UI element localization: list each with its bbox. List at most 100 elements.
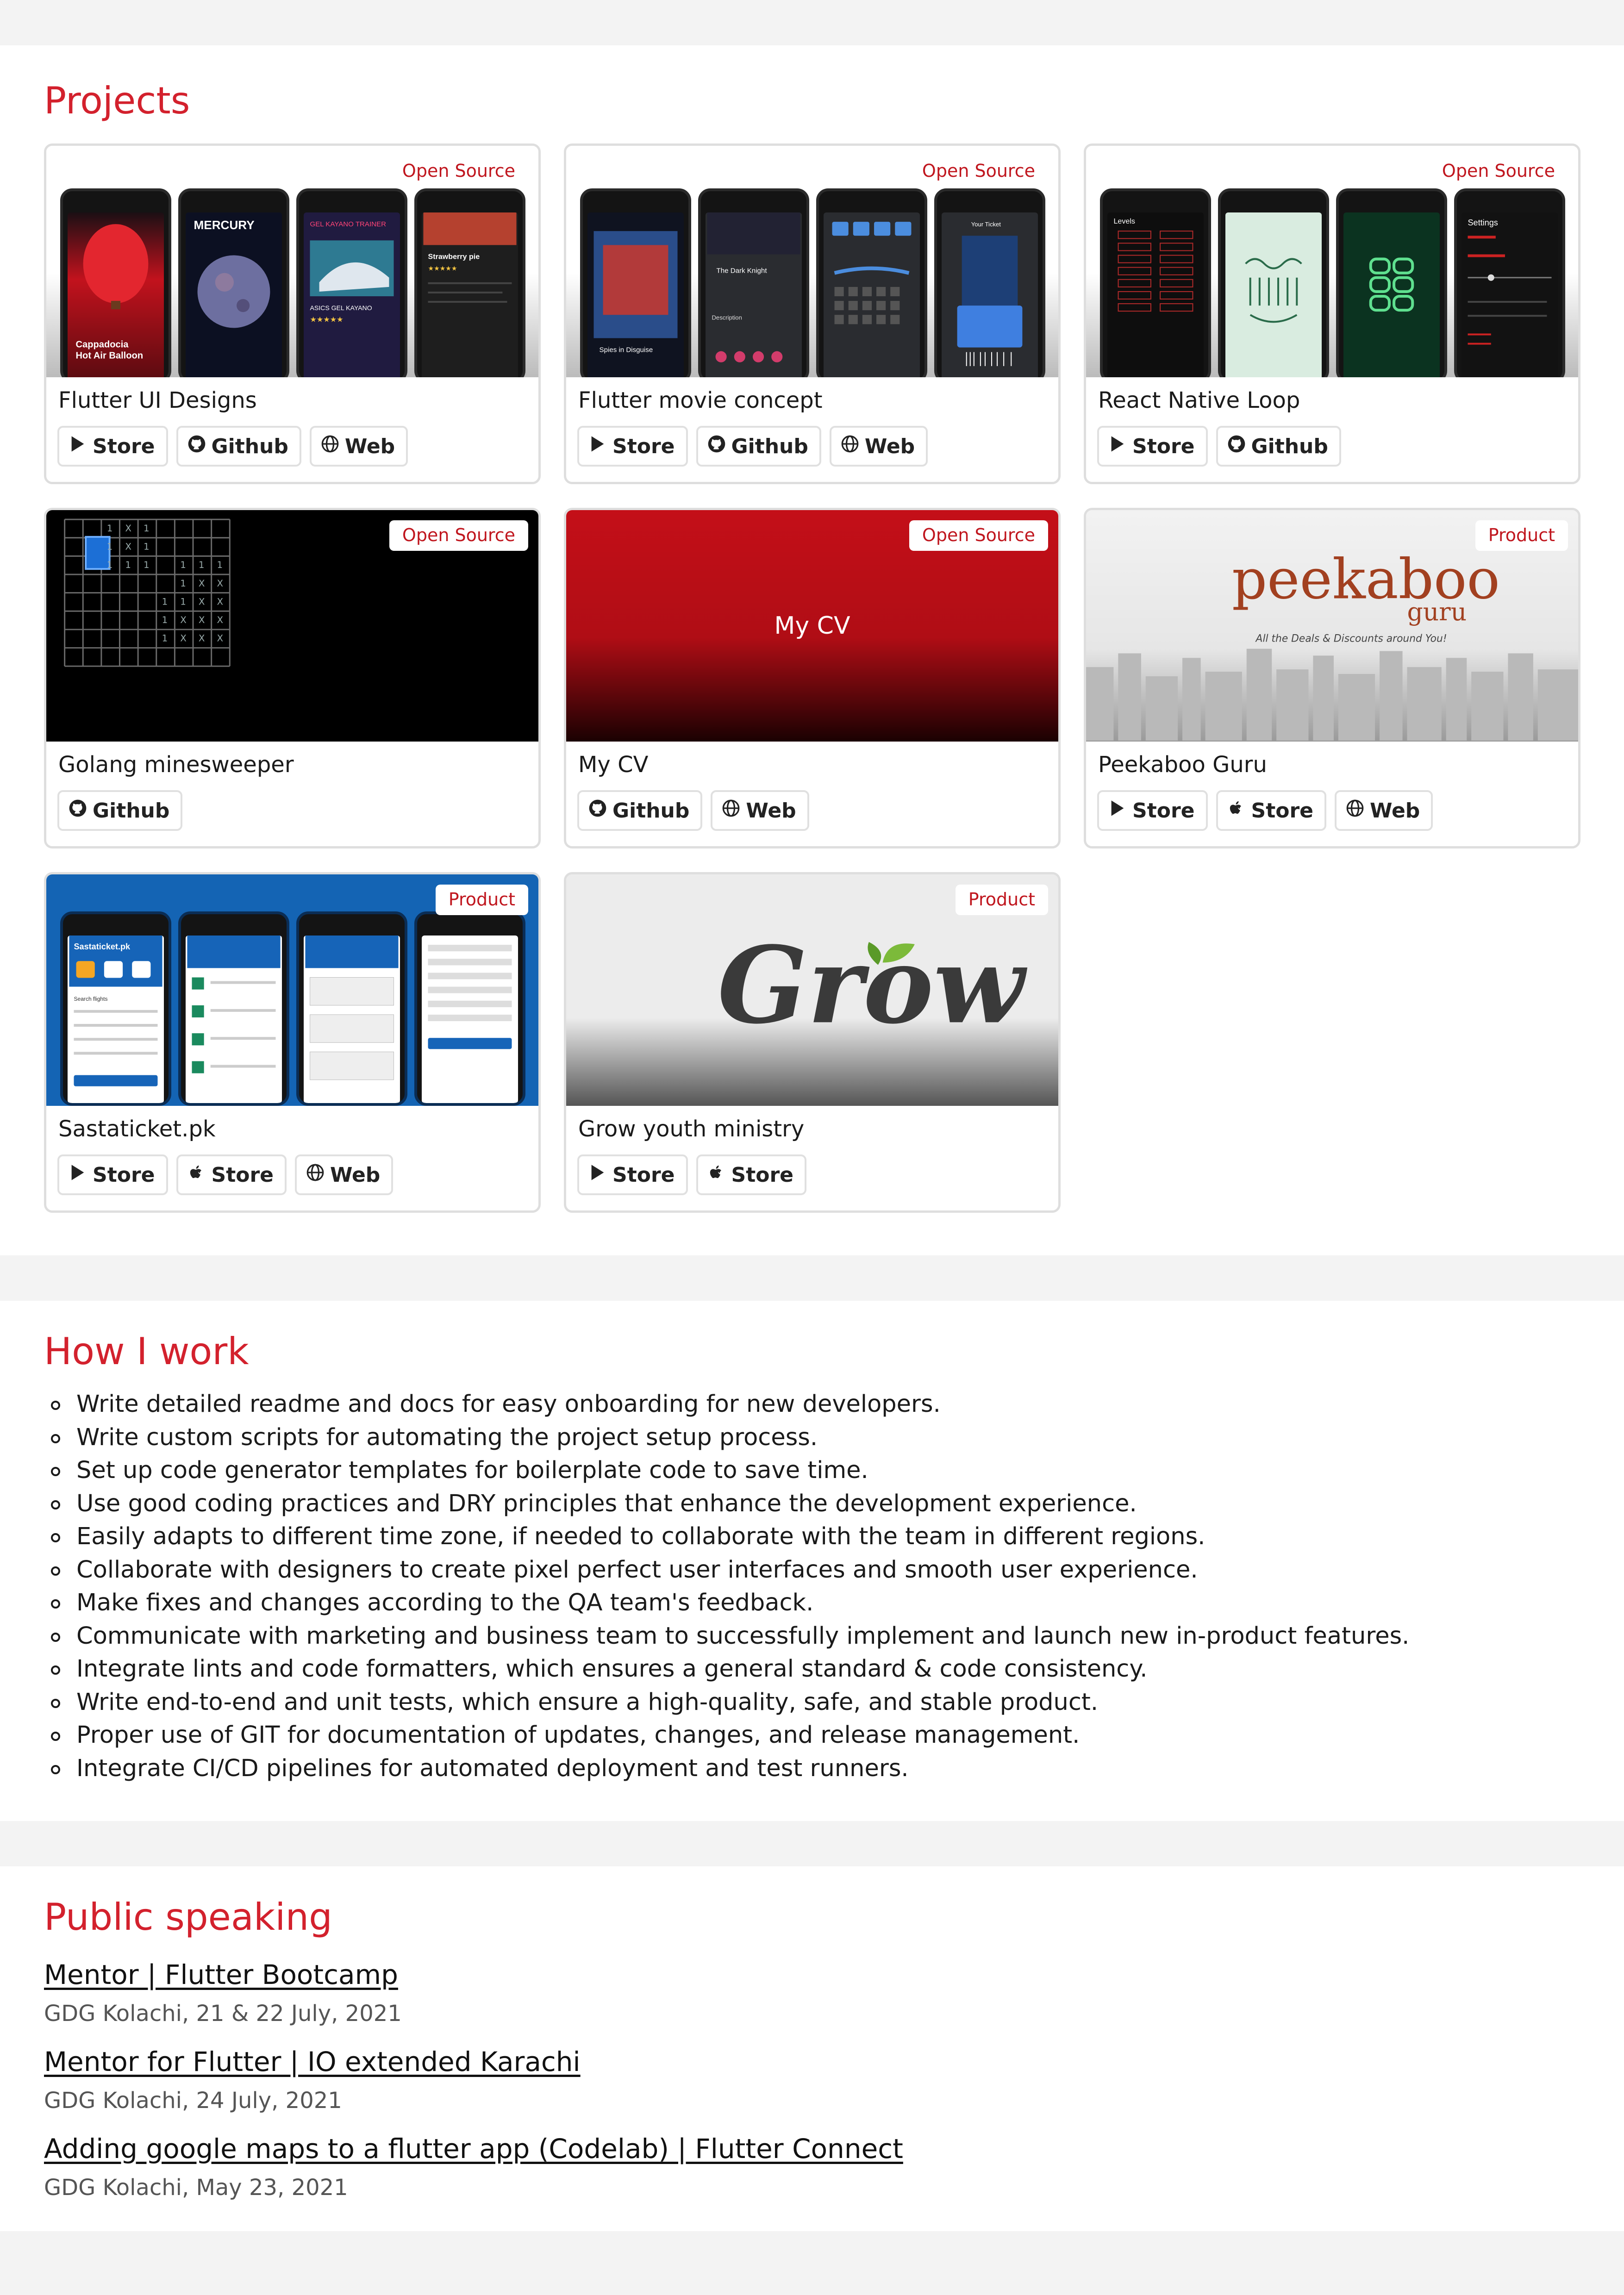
apple-icon	[1227, 799, 1246, 823]
svg-text:1: 1	[107, 560, 113, 570]
svg-text:1: 1	[180, 578, 186, 589]
github-button[interactable]: Github	[57, 790, 183, 831]
svg-text:1: 1	[162, 615, 168, 625]
web-button[interactable]: Web	[1335, 790, 1433, 831]
list-item: Integrate CI/CD pipelines for automated …	[51, 1752, 1409, 1785]
list-item: Communicate with marketing and business …	[51, 1620, 1409, 1653]
play-store-icon	[69, 1163, 87, 1187]
project-card-my-cv[interactable]: My CV Open Source My CV Github Web	[564, 508, 1061, 848]
project-links: Store Github	[1097, 426, 1341, 467]
logo-tagline: All the Deals & Discounts around You!	[1255, 633, 1447, 645]
project-card-grow-youth-ministry[interactable]: Grow Product Grow youth ministry Store S…	[564, 872, 1061, 1213]
button-label: Web	[746, 798, 796, 823]
svg-text:1: 1	[217, 560, 223, 570]
svg-text:1: 1	[199, 560, 205, 570]
project-thumbnail: peekaboo guru All the Deals & Discounts …	[1086, 510, 1578, 742]
globe-icon	[306, 1163, 325, 1187]
button-label: Github	[93, 798, 170, 823]
list-item: Integrate lints and code formatters, whi…	[51, 1653, 1409, 1686]
button-label: Store	[1251, 798, 1314, 823]
button-label: Store	[612, 1163, 675, 1187]
list-item: Write end-to-end and unit tests, which e…	[51, 1686, 1409, 1719]
project-thumbnail: My CV Open Source	[566, 510, 1058, 742]
github-icon	[1227, 435, 1246, 458]
project-badge: Product	[955, 885, 1048, 915]
thumb-text: MERCURY	[194, 218, 255, 232]
svg-text:X: X	[199, 596, 205, 607]
button-label: Github	[731, 434, 808, 458]
project-title: Peekaboo Guru	[1098, 752, 1267, 778]
svg-text:1: 1	[107, 523, 113, 534]
svg-text:1: 1	[144, 560, 150, 570]
apple-icon	[187, 1163, 206, 1187]
button-label: Store	[1132, 798, 1195, 823]
project-thumbnail: Cappadocia Hot Air Balloon MERCURY GEL K…	[46, 146, 538, 377]
project-badge: Open Source	[389, 520, 528, 551]
play-store-button[interactable]: Store	[57, 1154, 168, 1195]
play-store-button[interactable]: Store	[577, 1154, 688, 1195]
talk-link[interactable]: Adding google maps to a flutter app (Cod…	[44, 2133, 903, 2164]
store-button[interactable]: Store	[57, 426, 168, 467]
play-store-icon	[588, 435, 607, 458]
svg-text:1: 1	[180, 560, 186, 570]
list-item: Make fixes and changes according to the …	[51, 1586, 1409, 1620]
talk-link[interactable]: Mentor | Flutter Bootcamp	[44, 1959, 398, 1990]
project-card-peekaboo-guru[interactable]: peekaboo guru All the Deals & Discounts …	[1084, 508, 1580, 848]
svg-text:1: 1	[107, 542, 113, 552]
svg-text:X: X	[180, 615, 187, 625]
app-store-button[interactable]: Store	[1216, 790, 1326, 831]
button-label: Web	[864, 434, 915, 458]
project-badge: Product	[435, 885, 528, 915]
project-links: Github	[57, 790, 183, 831]
thumb-label: My CV	[774, 612, 850, 640]
app-store-button[interactable]: Store	[176, 1154, 287, 1195]
project-thumbnail: 1X1 1X1 111111 1XX 11XX 1XXX 1XXX Open S…	[46, 510, 538, 742]
project-title: Grow youth ministry	[578, 1116, 805, 1142]
svg-text:★★★★★: ★★★★★	[310, 315, 344, 324]
thumb-text: Search flights	[74, 996, 108, 1002]
svg-text:X: X	[217, 596, 224, 607]
web-button[interactable]: Web	[309, 426, 408, 467]
button-label: Store	[1132, 434, 1195, 458]
thumb-text: Levels	[1114, 217, 1135, 225]
talk-link[interactable]: Mentor for Flutter | IO extended Karachi	[44, 2046, 581, 2077]
project-links: Github Web	[577, 790, 809, 831]
list-item: Proper use of GIT for documentation of u…	[51, 1719, 1409, 1752]
svg-text:X: X	[199, 615, 205, 625]
store-button[interactable]: Store	[577, 426, 688, 467]
project-card-flutter-movie-concept[interactable]: Spies in Disguise The Dark Knight Descrip…	[564, 143, 1061, 484]
project-badge: Open Source	[909, 156, 1048, 187]
store-button[interactable]: Store	[1097, 426, 1208, 467]
svg-text:1: 1	[180, 596, 186, 607]
button-label: Github	[1251, 434, 1328, 458]
github-button[interactable]: Github	[577, 790, 703, 831]
svg-text:X: X	[217, 615, 224, 625]
project-card-sastaticket[interactable]: Sastaticket.pk Search flights Product Sas…	[44, 872, 541, 1213]
github-button[interactable]: Github	[176, 426, 301, 467]
svg-text:X: X	[125, 542, 131, 552]
project-links: Store Store Web	[57, 1154, 394, 1195]
web-button[interactable]: Web	[295, 1154, 394, 1195]
web-button[interactable]: Web	[829, 426, 928, 467]
project-card-react-native-loop[interactable]: Levels Settings Open Source React Native…	[1084, 143, 1580, 484]
web-button[interactable]: Web	[711, 790, 809, 831]
github-button[interactable]: Github	[696, 426, 821, 467]
svg-text:★★★★★: ★★★★★	[428, 265, 457, 273]
thumb-text: Hot Air Balloon	[76, 351, 144, 361]
project-card-flutter-ui-designs[interactable]: Cappadocia Hot Air Balloon MERCURY GEL K…	[44, 143, 541, 484]
button-label: Store	[211, 1163, 274, 1187]
thumb-text: ASICS GEL KAYANO	[310, 304, 372, 312]
list-item: Use good coding practices and DRY princi…	[51, 1487, 1409, 1521]
github-button[interactable]: Github	[1216, 426, 1341, 467]
github-icon	[707, 435, 726, 458]
svg-text:1: 1	[162, 596, 168, 607]
app-store-button[interactable]: Store	[696, 1154, 806, 1195]
play-store-button[interactable]: Store	[1097, 790, 1208, 831]
globe-icon	[841, 435, 859, 458]
svg-text:X: X	[199, 578, 205, 589]
thumb-text: Cappadocia	[76, 340, 129, 350]
talk-meta: GDG Kolachi, 24 July, 2021	[44, 2088, 342, 2114]
project-card-golang-minesweeper[interactable]: 1X1 1X1 111111 1XX 11XX 1XXX 1XXX Open S…	[44, 508, 541, 848]
project-thumbnail: Grow Product	[566, 874, 1058, 1106]
thumb-text: Strawberry pie	[428, 253, 480, 261]
